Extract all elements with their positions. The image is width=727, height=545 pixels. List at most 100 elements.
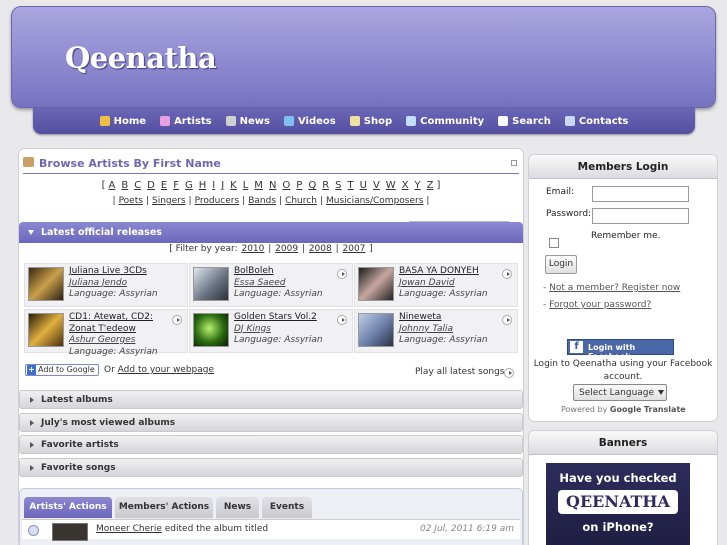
category-link[interactable]: Musicians/Composers bbox=[326, 196, 423, 206]
password-field[interactable] bbox=[592, 208, 689, 224]
category-link[interactable]: Singers bbox=[152, 196, 186, 206]
category-link[interactable]: Producers bbox=[195, 196, 240, 206]
tab-3[interactable]: Events bbox=[262, 497, 312, 518]
letter-w[interactable]: W bbox=[386, 180, 396, 191]
letter-r[interactable]: R bbox=[322, 180, 329, 191]
letter-u[interactable]: U bbox=[360, 180, 367, 191]
login-button[interactable]: Login bbox=[545, 255, 577, 274]
register-link[interactable]: Not a member? Register now bbox=[549, 283, 680, 293]
letter-x[interactable]: X bbox=[402, 180, 409, 191]
release-card[interactable]: BASA YA DONYEH Jowan David Language: Assyr… bbox=[354, 263, 518, 307]
letter-b[interactable]: B bbox=[121, 180, 128, 191]
release-card[interactable]: Juliana Live 3CDs Juliana Jendo Language: … bbox=[24, 263, 188, 307]
letter-y[interactable]: Y bbox=[415, 180, 421, 191]
play-all-link[interactable]: Play all latest songs bbox=[415, 367, 504, 377]
year-link[interactable]: 2009 bbox=[275, 244, 298, 254]
letter-z[interactable]: Z bbox=[427, 180, 434, 191]
year-link[interactable]: 2007 bbox=[343, 244, 366, 254]
release-cover[interactable] bbox=[358, 313, 394, 347]
release-artist[interactable]: Ashur Georges bbox=[69, 335, 158, 347]
letter-o[interactable]: O bbox=[282, 180, 290, 191]
section-bar[interactable]: Latest albums bbox=[19, 390, 523, 409]
nav-home[interactable]: Home bbox=[99, 116, 146, 127]
site-logo[interactable]: Qeenatha bbox=[65, 41, 217, 75]
release-cover[interactable] bbox=[28, 313, 64, 347]
letter-a[interactable]: A bbox=[108, 180, 115, 191]
collapse-icon[interactable] bbox=[511, 160, 517, 166]
release-artist[interactable]: Jowan David bbox=[399, 278, 488, 290]
category-link[interactable]: Church bbox=[285, 196, 317, 206]
category-link[interactable]: Bands bbox=[248, 196, 276, 206]
remember-checkbox[interactable] bbox=[549, 238, 559, 248]
latest-releases-bar[interactable]: Latest official releases bbox=[19, 222, 523, 243]
tab-1[interactable]: Members' Actions bbox=[115, 497, 213, 518]
play-icon[interactable] bbox=[502, 269, 512, 279]
year-link[interactable]: 2008 bbox=[309, 244, 332, 254]
release-cover[interactable] bbox=[193, 313, 229, 347]
category-link[interactable]: Poets bbox=[119, 196, 143, 206]
activity-user-link[interactable]: Moneer Cherie bbox=[96, 524, 162, 534]
forgot-password-link[interactable]: Forgot your password? bbox=[549, 300, 651, 310]
nav-search[interactable]: Search bbox=[498, 116, 551, 127]
tab-0[interactable]: Artists' Actions bbox=[24, 497, 112, 518]
release-title[interactable]: BASA YA DONYEH bbox=[399, 266, 488, 278]
letter-d[interactable]: D bbox=[147, 180, 155, 191]
letter-t[interactable]: T bbox=[348, 180, 354, 191]
letter-q[interactable]: Q bbox=[308, 180, 316, 191]
release-title[interactable]: Golden Stars Vol.2 bbox=[234, 312, 323, 324]
powered-by-google[interactable]: Powered by Google Translate bbox=[561, 405, 686, 414]
nav-community[interactable]: Community bbox=[406, 116, 484, 127]
iphone-banner[interactable]: Have you checked QEENATHA on iPhone? bbox=[546, 463, 690, 545]
email-field[interactable] bbox=[592, 186, 689, 202]
release-cover[interactable] bbox=[28, 267, 64, 301]
nav-contacts[interactable]: Contacts bbox=[564, 116, 628, 127]
letter-m[interactable]: M bbox=[254, 180, 263, 191]
release-title[interactable]: CD1: Atewat, CD2: Zonat T'edeow bbox=[69, 312, 158, 335]
letter-v[interactable]: V bbox=[373, 180, 380, 191]
release-artist[interactable]: DJ Kings bbox=[234, 324, 323, 336]
year-link[interactable]: 2010 bbox=[241, 244, 264, 254]
release-card[interactable]: BolBoleh Essa Saeed Language: Assyrian bbox=[189, 263, 353, 307]
release-title[interactable]: BolBoleh bbox=[234, 266, 323, 278]
release-card[interactable]: Nineweta Johnny Talia Language: Assyrian bbox=[354, 309, 518, 353]
nav-shop[interactable]: Shop bbox=[349, 116, 392, 127]
letter-j[interactable]: J bbox=[221, 180, 224, 191]
letter-p[interactable]: P bbox=[296, 180, 302, 191]
release-title[interactable]: Nineweta bbox=[399, 312, 488, 324]
add-to-google-button[interactable]: Add to Google bbox=[25, 364, 99, 376]
tab-2[interactable]: News bbox=[216, 497, 259, 518]
play-all-icon[interactable] bbox=[504, 368, 514, 378]
release-cover[interactable] bbox=[193, 267, 229, 301]
play-icon[interactable] bbox=[337, 315, 347, 325]
letter-s[interactable]: S bbox=[335, 180, 341, 191]
add-webpage-link[interactable]: Add to your webpage bbox=[118, 365, 214, 375]
letter-f[interactable]: F bbox=[173, 180, 179, 191]
letter-l[interactable]: L bbox=[243, 180, 249, 191]
release-card[interactable]: Golden Stars Vol.2 DJ Kings Language: Assy… bbox=[189, 309, 353, 353]
section-bar[interactable]: Favorite artists bbox=[19, 435, 523, 454]
nav-news[interactable]: News bbox=[225, 116, 270, 127]
letter-i[interactable]: I bbox=[212, 180, 215, 191]
letter-g[interactable]: G bbox=[185, 180, 193, 191]
letter-n[interactable]: N bbox=[269, 180, 276, 191]
facebook-login-button[interactable]: f Login with Facebook bbox=[567, 339, 674, 361]
letter-c[interactable]: C bbox=[134, 180, 141, 191]
play-icon[interactable] bbox=[502, 315, 512, 325]
release-card[interactable]: CD1: Atewat, CD2: Zonat T'edeow Ashur Geor… bbox=[24, 309, 188, 357]
release-title[interactable]: Juliana Live 3CDs bbox=[69, 266, 158, 278]
play-icon[interactable] bbox=[337, 269, 347, 279]
release-artist[interactable]: Essa Saeed bbox=[234, 278, 323, 290]
section-bar[interactable]: July's most viewed albums bbox=[19, 413, 523, 432]
release-cover[interactable] bbox=[358, 267, 394, 301]
nav-artists[interactable]: Artists bbox=[160, 116, 212, 127]
letter-e[interactable]: E bbox=[161, 180, 167, 191]
nav-videos[interactable]: Videos bbox=[283, 116, 336, 127]
language-select[interactable]: Select Language bbox=[573, 384, 667, 401]
release-artist[interactable]: Johnny Talia bbox=[399, 324, 488, 336]
letter-k[interactable]: K bbox=[230, 180, 237, 191]
release-artist[interactable]: Juliana Jendo bbox=[69, 278, 158, 290]
letter-h[interactable]: H bbox=[199, 180, 207, 191]
play-icon[interactable] bbox=[172, 315, 182, 325]
activity-thumbnail[interactable] bbox=[52, 523, 88, 541]
section-bar[interactable]: Favorite songs bbox=[19, 458, 523, 477]
